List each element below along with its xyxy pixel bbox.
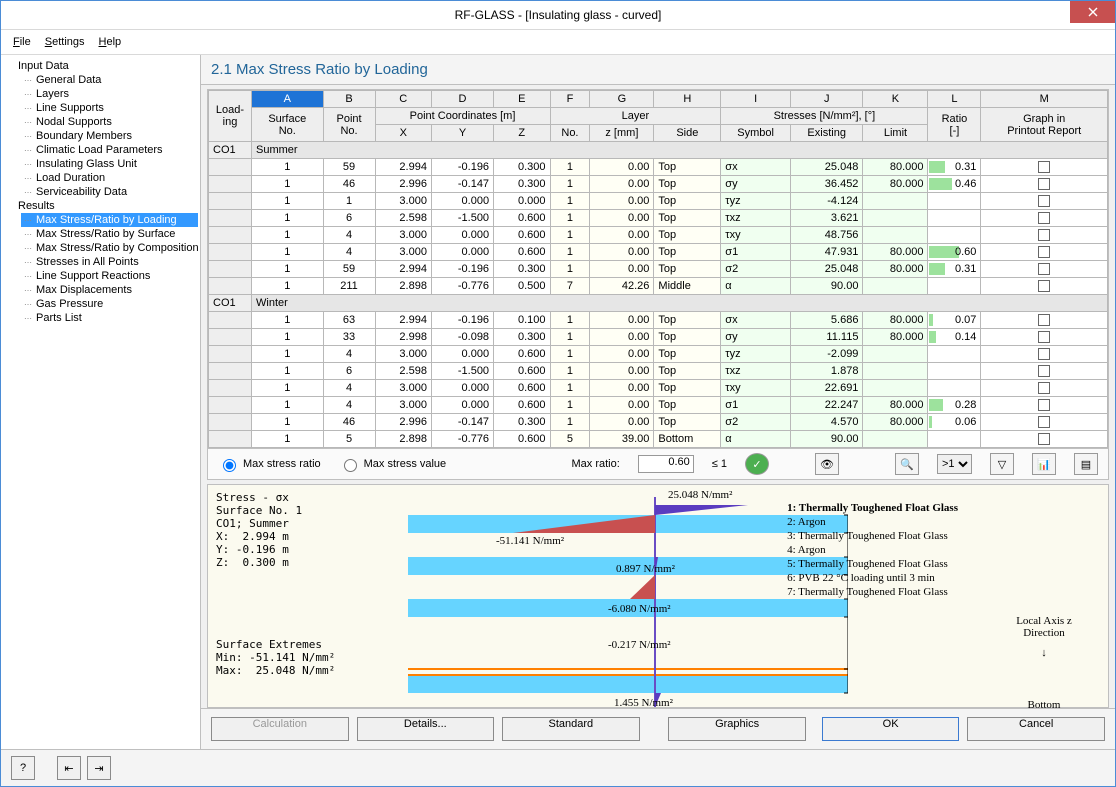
graph-checkbox[interactable] (1038, 348, 1050, 360)
menu-file[interactable]: File (7, 34, 37, 50)
table-row[interactable]: 162.598-1.5000.60010.00Topτxz3.621 (209, 210, 1108, 227)
table-row[interactable]: 1592.994-0.1960.30010.00Topσx25.04880.00… (209, 159, 1108, 176)
calculation-button[interactable]: Calculation (211, 717, 349, 741)
graph-checkbox[interactable] (1038, 416, 1050, 428)
results-table[interactable]: Load- ingABCDEFGHIJKLM Surface No.Point … (207, 89, 1109, 449)
prev-icon[interactable]: ⇤ (57, 756, 81, 780)
diag-label-4: -0.217 N/mm² (608, 639, 671, 651)
filter-icon[interactable]: ▽ (990, 453, 1014, 475)
opt-max-stress-value[interactable]: Max stress value (339, 456, 447, 472)
tree-item[interactable]: Max Stress/Ratio by Loading (21, 213, 198, 227)
filter-select[interactable]: >1 (937, 454, 972, 474)
titlebar: RF-GLASS - [Insulating glass - curved] (1, 1, 1115, 30)
tree-results[interactable]: Results (7, 199, 198, 213)
graph-checkbox[interactable] (1038, 178, 1050, 190)
tree-input-data[interactable]: Input Data (7, 59, 198, 73)
menubar: File Settings Help (1, 30, 1115, 55)
table-row[interactable]: 143.0000.0000.60010.00Topσ147.93180.0000… (209, 244, 1108, 261)
table-row[interactable]: 143.0000.0000.60010.00Topτyz-2.099 (209, 346, 1108, 363)
results-toolbar: Max stress ratio Max stress value Max ra… (207, 449, 1109, 480)
tree-item[interactable]: Line Support Reactions (21, 269, 198, 283)
graph-checkbox[interactable] (1038, 399, 1050, 411)
table-row[interactable]: 1462.996-0.1470.30010.00Topσy36.45280.00… (209, 176, 1108, 193)
tree-item[interactable]: Max Stress/Ratio by Composition (21, 241, 198, 255)
tree-item[interactable]: Layers (21, 87, 198, 101)
stress-diagram: Stress - σx Surface No. 1 CO1; Summer X:… (207, 484, 1109, 708)
filter-toggle-icon[interactable]: 🔍 (895, 453, 919, 475)
tree-item[interactable]: Stresses in All Points (21, 255, 198, 269)
graphics-button[interactable]: Graphics (668, 717, 806, 741)
graph-checkbox[interactable] (1038, 263, 1050, 275)
help-icon[interactable]: ? (11, 756, 35, 780)
diag-label-bottom: 1.455 N/mm² (614, 697, 673, 709)
maxratio-value: 0.60 (638, 455, 694, 473)
diag-label-top: 25.048 N/mm² (668, 489, 732, 501)
tree-item[interactable]: Max Displacements (21, 283, 198, 297)
table-row[interactable]: 152.898-0.7760.600539.00Bottomα90.00 (209, 431, 1108, 448)
next-icon[interactable]: ⇥ (87, 756, 111, 780)
table-row[interactable]: 143.0000.0000.60010.00Topσ122.24780.0000… (209, 397, 1108, 414)
maxratio-label: Max ratio: (571, 458, 619, 470)
table-row[interactable]: 162.598-1.5000.60010.00Topτxz1.878 (209, 363, 1108, 380)
tree-item[interactable]: Nodal Supports (21, 115, 198, 129)
graph-checkbox[interactable] (1038, 229, 1050, 241)
tree-item[interactable]: Line Supports (21, 101, 198, 115)
menu-help[interactable]: Help (93, 34, 128, 50)
maxratio-le1: ≤ 1 (712, 458, 727, 470)
cancel-button[interactable]: Cancel (967, 717, 1105, 741)
tree-item[interactable]: Insulating Glass Unit (21, 157, 198, 171)
status-ok-icon: ✓ (745, 453, 769, 475)
table-row[interactable]: 1632.994-0.1960.10010.00Topσx5.68680.000… (209, 312, 1108, 329)
graph-checkbox[interactable] (1038, 280, 1050, 292)
table-row[interactable]: 143.0000.0000.60010.00Topτxy48.756 (209, 227, 1108, 244)
table-row[interactable]: 1332.998-0.0980.30010.00Topσy11.11580.00… (209, 329, 1108, 346)
graph-checkbox[interactable] (1038, 195, 1050, 207)
nav-tree[interactable]: Input Data General DataLayersLine Suppor… (1, 55, 201, 749)
diagram-extremes: Surface Extremes Min: -51.141 N/mm² Max:… (216, 638, 335, 677)
opt-max-stress-ratio[interactable]: Max stress ratio (218, 456, 321, 472)
table-row[interactable]: 143.0000.0000.60010.00Topτxy22.691 (209, 380, 1108, 397)
close-button[interactable] (1070, 1, 1115, 23)
axis-label: Local Axis z Direction ↓ Bottom (1004, 615, 1084, 711)
graph-checkbox[interactable] (1038, 314, 1050, 326)
tree-item[interactable]: Gas Pressure (21, 297, 198, 311)
graph-checkbox[interactable] (1038, 331, 1050, 343)
graph-checkbox[interactable] (1038, 365, 1050, 377)
standard-button[interactable]: Standard (502, 717, 640, 741)
col-loading: Load- ing (209, 91, 252, 142)
panel-title: 2.1 Max Stress Ratio by Loading (201, 55, 1115, 85)
table-row[interactable]: 1462.996-0.1470.30010.00Topσ24.57080.000… (209, 414, 1108, 431)
diag-label-2: 0.897 N/mm² (616, 563, 675, 575)
table-row[interactable]: 1592.994-0.1960.30010.00Topσ225.04880.00… (209, 261, 1108, 278)
ok-button[interactable]: OK (822, 717, 960, 741)
details-button[interactable]: Details... (357, 717, 495, 741)
menu-settings[interactable]: Settings (39, 34, 91, 50)
graph-checkbox[interactable] (1038, 382, 1050, 394)
graph-checkbox[interactable] (1038, 246, 1050, 258)
tree-item[interactable]: Load Duration (21, 171, 198, 185)
chart-icon[interactable]: 📊 (1032, 453, 1056, 475)
tree-item[interactable]: Climatic Load Parameters (21, 143, 198, 157)
graph-checkbox[interactable] (1038, 433, 1050, 445)
tree-item[interactable]: Max Stress/Ratio by Surface (21, 227, 198, 241)
export-icon[interactable]: ▤ (1074, 453, 1098, 475)
tree-item[interactable]: Boundary Members (21, 129, 198, 143)
diag-label-1: -51.141 N/mm² (496, 535, 564, 547)
table-row[interactable]: 113.0000.0000.00010.00Topτyz-4.124 (209, 193, 1108, 210)
graph-checkbox[interactable] (1038, 161, 1050, 173)
window-title: RF-GLASS - [Insulating glass - curved] (1, 8, 1115, 22)
graph-checkbox[interactable] (1038, 212, 1050, 224)
diag-label-3: -6.080 N/mm² (608, 603, 671, 615)
diagram-info: Stress - σx Surface No. 1 CO1; Summer X:… (216, 491, 302, 569)
tree-item[interactable]: General Data (21, 73, 198, 87)
table-row[interactable]: 12112.898-0.7760.500742.26Middleα90.00 (209, 278, 1108, 295)
eye-icon[interactable]: 👁 (815, 453, 839, 475)
diagram-legend: 1: Thermally Toughened Float Glass2: Arg… (787, 501, 958, 599)
tree-item[interactable]: Parts List (21, 311, 198, 325)
tree-item[interactable]: Serviceability Data (21, 185, 198, 199)
bottom-iconbar: ? ⇤ ⇥ (1, 749, 1115, 786)
